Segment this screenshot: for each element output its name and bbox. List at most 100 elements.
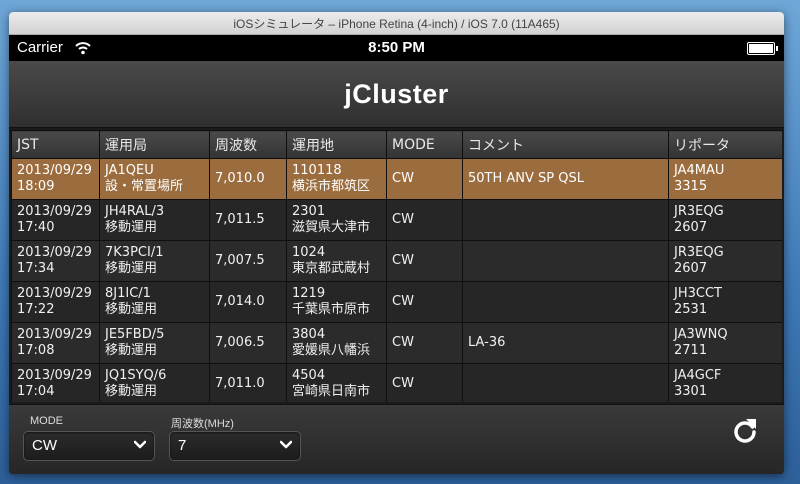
cell-station: JH4RAL/3 移動運用	[99, 199, 210, 241]
cell-mode: CW	[386, 281, 463, 323]
chevron-down-icon	[280, 440, 292, 449]
refresh-icon[interactable]	[730, 415, 760, 445]
app-title: jCluster	[344, 78, 449, 109]
column-header-location[interactable]: 運用地	[286, 130, 387, 159]
table-row[interactable]: 2013/09/29 17:04 JQ1SYQ/6 移動運用 7,011.0 450…	[11, 363, 782, 402]
station-callsign: JQ1SYQ/6	[105, 368, 167, 383]
reporter-callsign: JA3WNQ	[674, 327, 728, 342]
column-header-frequency[interactable]: 周波数	[209, 130, 287, 159]
reporter-code: 2531	[674, 302, 708, 317]
frequency-select[interactable]: 7	[169, 431, 301, 461]
cell-comment	[462, 240, 669, 282]
reporter-callsign: JA4MAU	[674, 163, 725, 178]
cell-location: 110118 横浜市都筑区	[286, 158, 387, 200]
station-callsign: JE5FBD/5	[105, 327, 165, 342]
spot-time: 17:40	[17, 220, 55, 235]
cell-station: JE5FBD/5 移動運用	[99, 322, 210, 364]
cell-reporter: JR3EQG 2607	[668, 199, 782, 241]
cell-station: 8J1IC/1 移動運用	[99, 281, 210, 323]
location-code: 110118	[292, 163, 342, 178]
frequency-filter-label: 周波数(MHz)	[171, 418, 234, 430]
cell-mode: CW	[386, 199, 463, 241]
cell-reporter: JA4MAU 3315	[668, 158, 782, 200]
cell-jst: 2013/09/29 17:22	[11, 281, 100, 323]
cell-jst: 2013/09/29 18:09	[11, 158, 100, 200]
location-name: 愛媛県八幡浜	[292, 343, 371, 358]
cell-location: 2301 滋賀県大津市	[286, 199, 387, 241]
station-note: 設・常置場所	[105, 179, 184, 194]
reporter-code: 2607	[674, 220, 708, 235]
spot-time: 17:08	[17, 343, 55, 358]
chevron-down-icon	[134, 440, 146, 449]
cell-location: 3804 愛媛県八幡浜	[286, 322, 387, 364]
spot-date: 2013/09/29	[17, 245, 92, 260]
reporter-callsign: JA4GCF	[674, 368, 722, 383]
cell-frequency: 7,014.0	[209, 281, 287, 323]
table-row[interactable]: 2013/09/29 17:22 8J1IC/1 移動運用 7,014.0 1219…	[11, 281, 782, 323]
location-name: 横浜市都筑区	[292, 179, 371, 194]
column-header-reporter[interactable]: リポータ	[668, 130, 782, 159]
cell-jst: 2013/09/29 17:04	[11, 363, 100, 402]
cell-frequency: 7,010.0	[209, 158, 287, 200]
location-code: 1024	[292, 245, 326, 260]
reporter-callsign: JH3CCT	[674, 286, 722, 301]
location-code: 1219	[292, 286, 326, 301]
table-row[interactable]: 2013/09/29 17:34 7K3PCI/1 移動運用 7,007.5 102…	[11, 240, 782, 282]
filter-toolbar: MODE CW 周波数(MHz) 7	[9, 404, 784, 474]
station-note: 移動運用	[105, 343, 158, 358]
location-code: 3804	[292, 327, 326, 342]
battery-icon	[747, 42, 778, 55]
table-row[interactable]: 2013/09/29 17:40 JH4RAL/3 移動運用 7,011.5 230…	[11, 199, 782, 241]
station-callsign: JA1QEU	[105, 163, 154, 178]
spots-table: JST 運用局 周波数 運用地 MODE コメント リポータ 2013/09/2…	[11, 130, 782, 402]
cell-mode: CW	[386, 322, 463, 364]
column-header-jst[interactable]: JST	[11, 130, 100, 159]
cell-reporter: JA4GCF 3301	[668, 363, 782, 402]
reporter-code: 3315	[674, 179, 708, 194]
table-row[interactable]: 2013/09/29 17:08 JE5FBD/5 移動運用 7,006.5 380…	[11, 322, 782, 364]
spots-table-container[interactable]: JST 運用局 周波数 運用地 MODE コメント リポータ 2013/09/2…	[11, 130, 782, 402]
navigation-bar: jCluster	[9, 61, 784, 128]
cell-location: 1219 千葉県市原市	[286, 281, 387, 323]
station-callsign: 7K3PCI/1	[105, 245, 164, 260]
reporter-callsign: JR3EQG	[674, 245, 724, 260]
location-name: 千葉県市原市	[292, 302, 371, 317]
window-titlebar: iOSシミュレータ – iPhone Retina (4-inch) / iOS…	[9, 12, 784, 35]
cell-frequency: 7,006.5	[209, 322, 287, 364]
spot-date: 2013/09/29	[17, 204, 92, 219]
column-header-station[interactable]: 運用局	[99, 130, 210, 159]
cell-location: 1024 東京都武蔵村	[286, 240, 387, 282]
location-name: 東京都武蔵村	[292, 261, 371, 276]
cell-station: 7K3PCI/1 移動運用	[99, 240, 210, 282]
status-time: 8:50 PM	[368, 39, 425, 56]
cell-reporter: JR3EQG 2607	[668, 240, 782, 282]
location-name: 滋賀県大津市	[292, 220, 371, 235]
column-header-comment[interactable]: コメント	[462, 130, 669, 159]
station-callsign: JH4RAL/3	[105, 204, 165, 219]
column-header-mode[interactable]: MODE	[386, 130, 463, 159]
reporter-code: 2711	[674, 343, 708, 358]
table-row[interactable]: 2013/09/29 18:09 JA1QEU 設・常置場所 7,010.0 110…	[11, 158, 782, 200]
simulator-window: iOSシミュレータ – iPhone Retina (4-inch) / iOS…	[9, 12, 784, 474]
station-note: 移動運用	[105, 384, 158, 399]
cell-comment: LA-36	[462, 322, 669, 364]
cell-frequency: 7,007.5	[209, 240, 287, 282]
cell-jst: 2013/09/29 17:40	[11, 199, 100, 241]
reporter-code: 2607	[674, 261, 708, 276]
cell-station: JA1QEU 設・常置場所	[99, 158, 210, 200]
table-header-row: JST 運用局 周波数 運用地 MODE コメント リポータ	[11, 130, 782, 159]
cell-reporter: JA3WNQ 2711	[668, 322, 782, 364]
frequency-select-value: 7	[178, 437, 187, 454]
status-bar: Carrier 8:50 PM	[9, 35, 784, 61]
cell-mode: CW	[386, 158, 463, 200]
spot-date: 2013/09/29	[17, 327, 92, 342]
mode-select[interactable]: CW	[23, 431, 155, 461]
cell-comment	[462, 363, 669, 402]
location-code: 4504	[292, 368, 326, 383]
spot-time: 18:09	[17, 179, 55, 194]
location-name: 宮崎県日南市	[292, 384, 371, 399]
cell-station: JQ1SYQ/6 移動運用	[99, 363, 210, 402]
cell-mode: CW	[386, 363, 463, 402]
station-note: 移動運用	[105, 302, 158, 317]
cell-comment: 50TH ANV SP QSL	[462, 158, 669, 200]
